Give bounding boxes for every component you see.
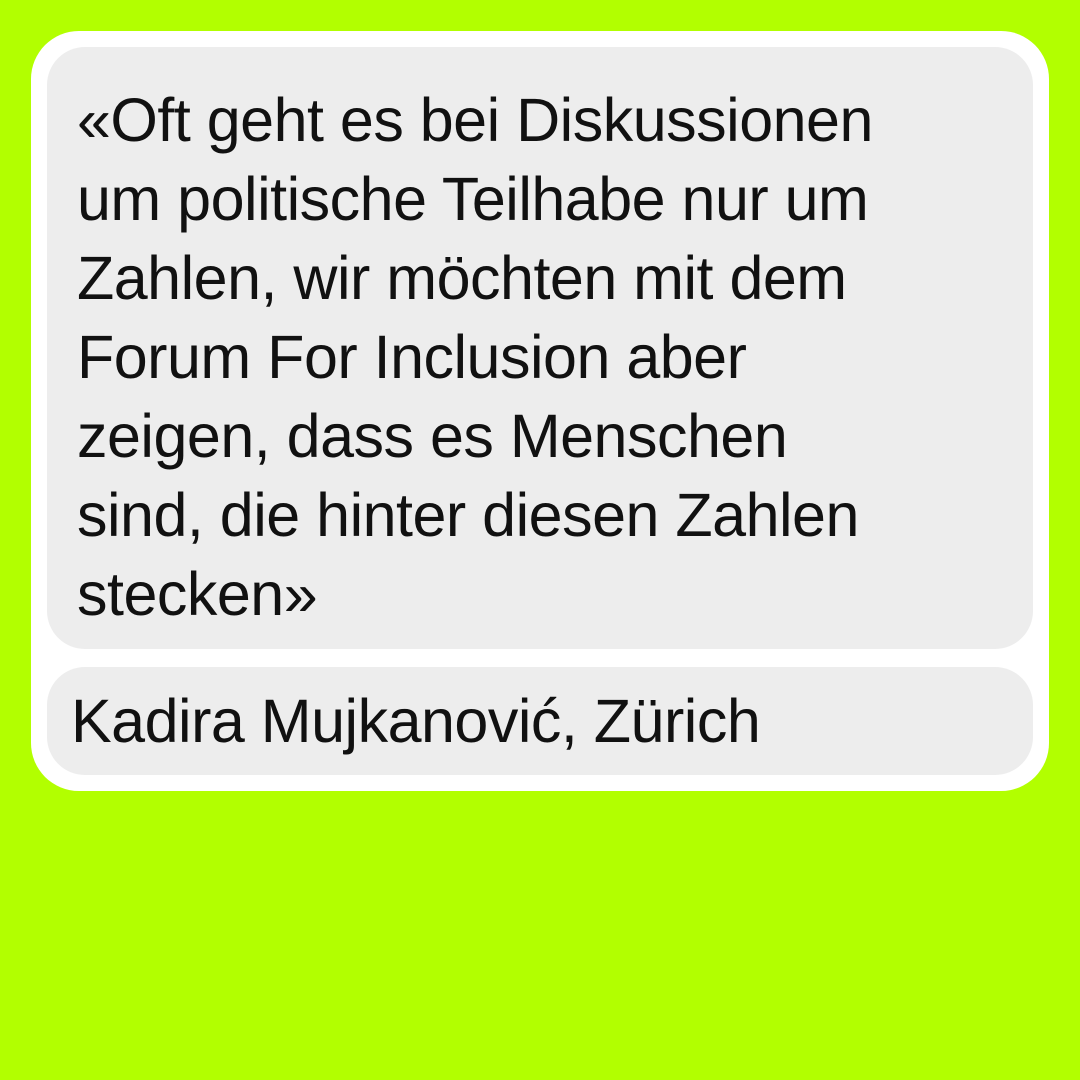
quote-panel: «Oft geht es bei Diskussionen um politis… (47, 47, 1033, 649)
quote-line: Forum For Inclusion aber (77, 323, 747, 391)
attribution-text: Kadira Mujkanović, Zürich (71, 687, 761, 755)
quote-line: stecken» (77, 560, 318, 628)
quote-line: sind, die hinter diesen Zahlen (77, 481, 859, 549)
quote-line: um politische Teilhabe nur um (77, 165, 869, 233)
quote-line: «Oft geht es bei Diskussionen (77, 86, 873, 154)
quote-card: «Oft geht es bei Diskussionen um politis… (31, 31, 1049, 791)
attribution-panel: Kadira Mujkanović, Zürich (47, 667, 1033, 775)
quote-line: Zahlen, wir möchten mit dem (77, 244, 847, 312)
quote-line: zeigen, dass es Menschen (77, 402, 788, 470)
